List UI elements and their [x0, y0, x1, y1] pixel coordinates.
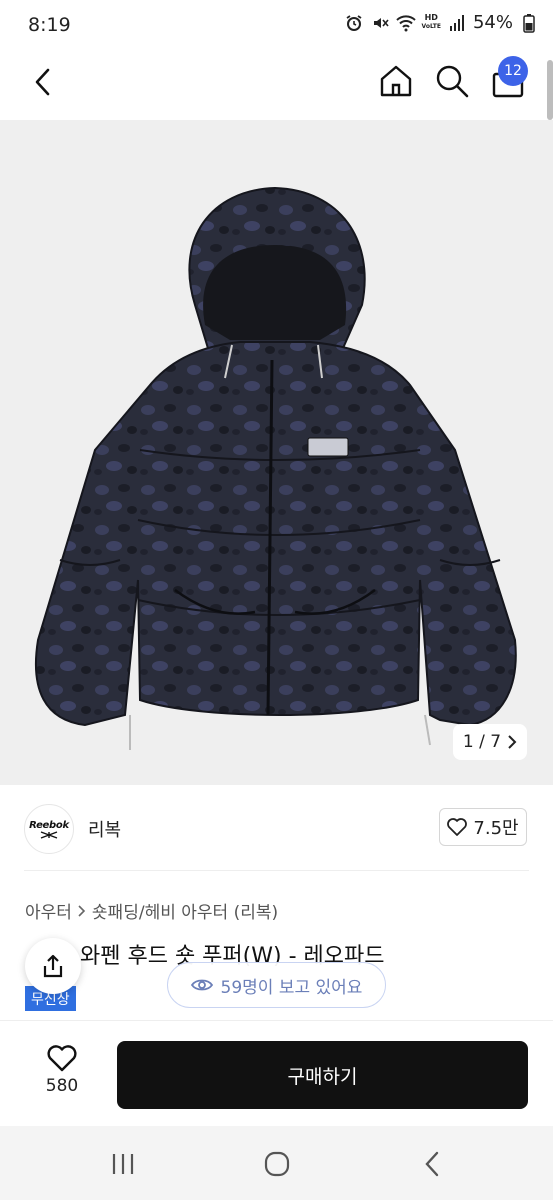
share-icon — [43, 954, 63, 978]
brand-logo-text: Reebok — [29, 819, 69, 831]
product-image-gallery[interactable]: 1 / 7 — [0, 120, 553, 785]
bottom-action-bar: 580 구매하기 — [0, 1020, 553, 1126]
hd-volte-indicator: HD VoLTE — [422, 14, 441, 31]
status-icons: HD VoLTE 54% — [344, 12, 539, 33]
home-nav-button[interactable] — [257, 1146, 297, 1182]
back-arrow-icon — [425, 1151, 439, 1177]
app-header — [0, 52, 553, 120]
image-counter-text: 1 / 7 — [462, 732, 502, 752]
search-button[interactable] — [433, 62, 471, 100]
battery-percent: 54% — [472, 12, 513, 33]
reebok-delta-icon — [40, 830, 58, 839]
search-icon — [436, 65, 469, 98]
brand-logo[interactable]: Reebok — [24, 804, 74, 854]
system-nav-bar — [0, 1126, 553, 1200]
breadcrumb: 아우터 숏패딩/헤비 아우터 (리복) — [25, 898, 278, 923]
cart-count-badge: 12 — [498, 56, 528, 86]
status-time: 8:19 — [28, 14, 71, 36]
image-counter[interactable]: 1 / 7 — [453, 724, 527, 760]
wish-count: 7.5만 — [473, 818, 519, 839]
recent-apps-button[interactable] — [103, 1146, 143, 1182]
volte-label: VoLTE — [421, 23, 441, 30]
hd-label: HD — [424, 13, 438, 22]
wish-button[interactable]: 7.5만 — [439, 808, 527, 846]
chevron-right-icon — [78, 904, 86, 917]
divider — [24, 870, 529, 871]
signal-icon — [447, 13, 467, 33]
alarm-icon — [344, 13, 364, 33]
back-nav-button[interactable] — [412, 1146, 452, 1182]
brand-name[interactable]: 리복 — [88, 816, 121, 842]
share-button[interactable] — [25, 938, 81, 994]
like-button[interactable]: 580 — [30, 1045, 94, 1105]
back-button[interactable] — [26, 64, 62, 100]
home-button[interactable] — [377, 62, 415, 100]
status-bar: 8:19 HD VoLTE 54% — [0, 0, 553, 52]
viewers-text: 59명이 보고 있어요 — [220, 977, 363, 998]
battery-icon — [519, 13, 539, 33]
chevron-right-icon — [508, 735, 517, 749]
wifi-icon — [395, 13, 416, 33]
recent-apps-icon — [112, 1154, 134, 1174]
eye-icon — [190, 979, 213, 991]
like-count: 580 — [45, 1076, 79, 1096]
heart-icon — [47, 1045, 77, 1072]
breadcrumb-subcategory[interactable]: 숏패딩/헤비 아우터 (리복) — [92, 898, 278, 923]
home-icon — [380, 65, 412, 97]
breadcrumb-category[interactable]: 아우터 — [25, 898, 72, 923]
scroll-indicator[interactable] — [547, 60, 553, 120]
mute-icon — [370, 13, 390, 33]
chevron-left-icon — [35, 68, 50, 96]
viewers-pill: 59명이 보고 있어요 — [167, 962, 386, 1008]
puffer-jacket-image — [34, 186, 517, 750]
brand-row: Reebok 리복 7.5만 — [0, 800, 553, 856]
home-circle-icon — [264, 1151, 290, 1177]
heart-icon — [447, 818, 468, 836]
buy-button[interactable]: 구매하기 — [117, 1041, 528, 1109]
